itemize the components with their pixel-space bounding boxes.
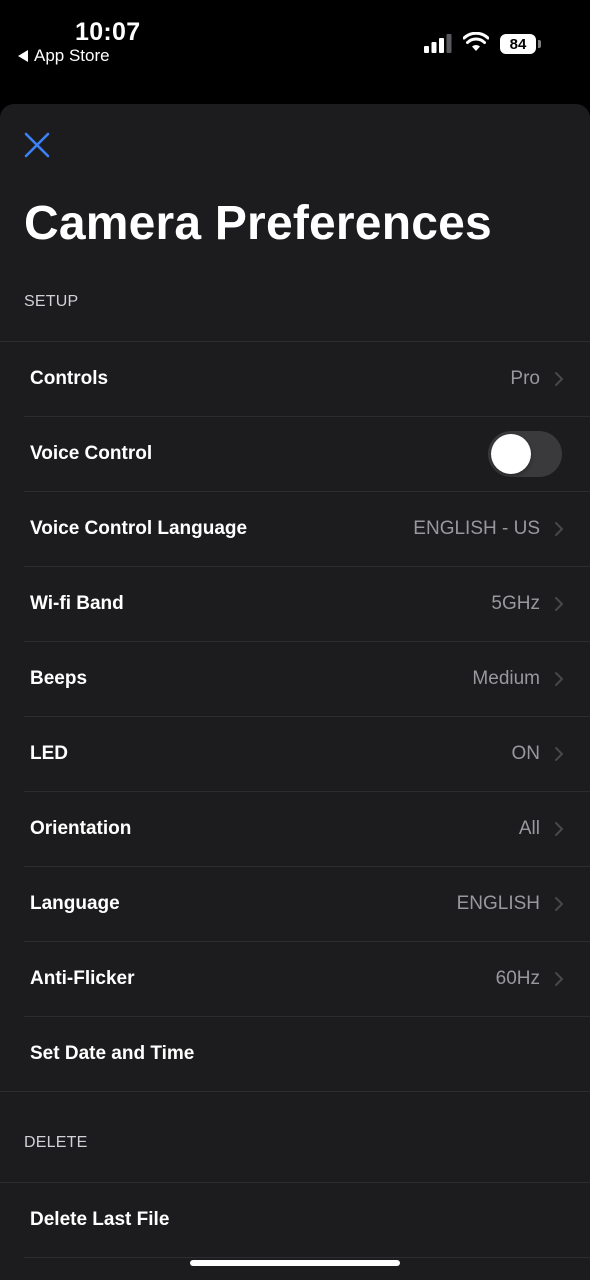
setting-label: Wi-fi Band <box>30 592 124 614</box>
setting-label: Set Date and Time <box>30 1042 195 1064</box>
setting-value: 60Hz <box>495 967 540 989</box>
preferences-sheet: Camera Preferences SETUP Controls Pro Vo… <box>0 104 590 1280</box>
setting-label: Beeps <box>30 667 88 689</box>
voice-control-toggle[interactable] <box>488 431 562 477</box>
close-icon[interactable] <box>22 130 52 160</box>
setting-row-set-date-time[interactable]: Set Date and Time <box>24 1016 590 1091</box>
chevron-right-icon <box>555 972 563 986</box>
setting-value: ENGLISH - US <box>413 517 540 539</box>
back-app-label: App Store <box>34 46 110 65</box>
home-indicator[interactable] <box>190 1260 400 1266</box>
setting-row-led[interactable]: LED ON <box>24 716 590 791</box>
section-header-delete: DELETE <box>24 1134 88 1151</box>
wifi-icon <box>463 32 489 51</box>
chevron-right-icon <box>555 672 563 686</box>
status-bar: 10:07 App Store 84 <box>0 0 590 100</box>
setting-label: Controls <box>30 367 109 389</box>
chevron-right-icon <box>555 597 563 611</box>
chevron-right-icon <box>555 747 563 761</box>
setting-label: Anti-Flicker <box>30 967 135 989</box>
battery-cap <box>538 40 541 48</box>
setting-row-language[interactable]: Language ENGLISH <box>24 866 590 941</box>
setting-label: Voice Control Language <box>30 517 248 539</box>
setting-row-controls[interactable]: Controls Pro <box>24 341 590 416</box>
setting-label: Delete Last File <box>30 1208 170 1230</box>
divider <box>0 1091 590 1092</box>
setting-value: Pro <box>510 367 540 389</box>
setting-row-beeps[interactable]: Beeps Medium <box>24 641 590 716</box>
setting-label: Language <box>30 892 120 914</box>
status-time: 10:07 <box>75 18 141 46</box>
chevron-right-icon <box>555 372 563 386</box>
setting-row-anti-flicker[interactable]: Anti-Flicker 60Hz <box>24 941 590 1016</box>
toggle-knob <box>491 434 531 474</box>
setting-row-wifi-band[interactable]: Wi-fi Band 5GHz <box>24 566 590 641</box>
chevron-right-icon <box>555 897 563 911</box>
setting-value: 5GHz <box>491 592 540 614</box>
chevron-right-icon <box>555 522 563 536</box>
battery-level: 84 <box>500 34 536 54</box>
setting-value: All <box>518 817 540 839</box>
setting-label: LED <box>30 742 68 764</box>
chevron-right-icon <box>555 822 563 836</box>
setting-value: ON <box>511 742 541 764</box>
setting-label: Voice Control <box>30 442 153 464</box>
back-to-app-link[interactable]: App Store <box>18 46 110 66</box>
divider <box>24 1257 590 1258</box>
section-header-setup: SETUP <box>24 293 79 310</box>
setting-row-voice-control: Voice Control <box>24 416 590 491</box>
battery-icon: 84 <box>500 34 542 54</box>
setting-value: ENGLISH <box>456 892 540 914</box>
setting-row-orientation[interactable]: Orientation All <box>24 791 590 866</box>
cellular-signal-icon <box>424 34 452 53</box>
delete-last-file-button[interactable]: Delete Last File <box>24 1182 590 1257</box>
page-title: Camera Preferences <box>24 197 492 250</box>
setting-label: Orientation <box>30 817 132 839</box>
setting-row-voice-control-language[interactable]: Voice Control Language ENGLISH - US <box>24 491 590 566</box>
setting-value: Medium <box>472 667 540 689</box>
back-arrow-icon <box>18 50 28 62</box>
